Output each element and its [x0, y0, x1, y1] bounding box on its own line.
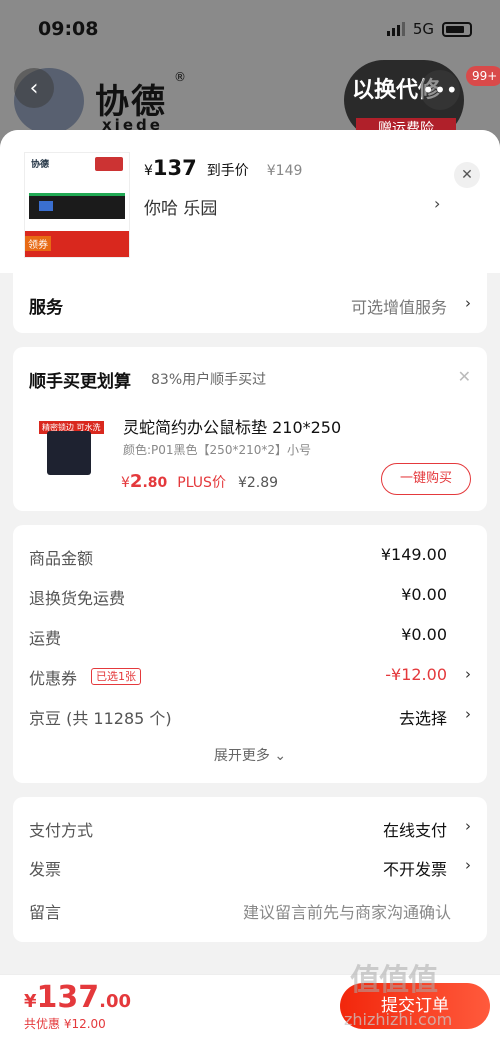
total-int: 137	[36, 980, 100, 1015]
more-button[interactable]: •••	[420, 70, 460, 110]
network-label: 5G	[412, 20, 434, 38]
price-currency: ¥	[144, 163, 153, 179]
close-button[interactable]: ✕	[454, 162, 480, 188]
battery-icon	[442, 21, 472, 37]
chevron-right-icon: ›	[465, 817, 471, 835]
chevron-right-icon: ›	[465, 705, 471, 723]
original-price: ¥149	[266, 163, 303, 179]
total-saving: 共优惠 ¥12.00	[24, 1017, 106, 1031]
cost-row-label: 京豆 (共 11285 个)	[29, 709, 172, 728]
status-bar: 09:08 5G	[0, 0, 500, 60]
expand-more-button[interactable]: 展开更多 ⌄	[13, 745, 487, 765]
order-total: ¥ 137 .00	[24, 980, 131, 1015]
watermark-url: zhizhizhi.com	[344, 1010, 453, 1029]
mousepad-price-dec: .80	[142, 475, 168, 491]
watermark-logo: 值值值	[350, 963, 438, 998]
chevron-right-icon: ›	[434, 194, 441, 213]
bundle-card: 顺手买更划算 83%用户顺手买过 ✕ 精密锁边 可水洗 灵蛇简约办公鼠标垫 21…	[13, 347, 487, 511]
status-time: 09:08	[38, 18, 99, 40]
payment-row-label: 支付方式	[29, 821, 94, 840]
close-icon[interactable]: ✕	[458, 367, 471, 386]
coupon-selected-tag: 已选1张	[91, 668, 141, 685]
thumb-coupon-tag: 领券	[25, 236, 51, 251]
signal-icon	[386, 22, 405, 36]
message-input[interactable]: 建议留言前先与商家沟通确认	[243, 899, 451, 923]
mousepad-name[interactable]: 灵蛇简约办公鼠标垫 210*250	[123, 414, 341, 438]
invoice-row[interactable]: 发票 不开发票 ›	[29, 856, 471, 880]
mousepad-price-currency: ¥	[121, 475, 130, 491]
plus-label: PLUS价	[177, 475, 226, 491]
chevron-right-icon: ›	[465, 294, 471, 312]
payment-card: 支付方式 在线支付 › 发票 不开发票 › 留言 建议留言前先与商家沟通确认	[13, 797, 487, 942]
service-row[interactable]: 服务 可选增值服务 ›	[13, 273, 487, 333]
cost-row-jingdou[interactable]: 京豆 (共 11285 个) 去选择 ›	[29, 705, 471, 729]
cost-row-return: 退换货免运费 ¥0.00	[29, 585, 471, 609]
cost-row-label: 运费	[29, 629, 62, 648]
cost-row-coupon[interactable]: 优惠券 已选1张 -¥12.00 ›	[29, 665, 471, 689]
thumb-badge-icon	[95, 157, 123, 171]
product-spec[interactable]: 你哈 乐园	[144, 194, 217, 219]
one-click-buy-button[interactable]: 一键购买	[381, 463, 471, 495]
bundle-title: 顺手买更划算	[29, 372, 131, 392]
cost-row-value: ¥0.00	[401, 585, 447, 604]
cost-row-value: ¥149.00	[380, 545, 447, 564]
coupon-discount: -¥12.00	[385, 665, 447, 684]
close-icon: ✕	[461, 167, 473, 183]
message-row[interactable]: 留言 建议留言前先与商家沟通确认	[29, 899, 471, 923]
cost-row-label: 退换货免运费	[29, 589, 126, 608]
chevron-right-icon: ›	[465, 856, 471, 874]
payment-method-value: 在线支付	[382, 821, 447, 840]
plus-price: ¥2.89	[237, 475, 279, 491]
cost-row-value: ¥0.00	[401, 625, 447, 644]
service-value: 可选增值服务	[350, 298, 447, 317]
more-dots-icon: •••	[422, 78, 458, 102]
mousepad-image	[47, 431, 91, 475]
mousepad-price-int: 2	[129, 471, 143, 492]
cart-count-badge: 99+	[466, 66, 500, 86]
mousepad-thumbnail[interactable]: 精密锁边 可水洗	[29, 407, 115, 493]
back-arrow-icon: ‹	[29, 75, 39, 101]
payment-method-row[interactable]: 支付方式 在线支付 ›	[29, 817, 471, 841]
payment-row-label: 留言	[29, 903, 62, 922]
chevron-right-icon: ›	[465, 665, 471, 683]
product-price: 137	[152, 156, 197, 180]
back-button[interactable]: ‹	[14, 68, 54, 108]
mousepad-spec: 颜色:P01黑色【250*210*2】小号	[123, 443, 311, 457]
cost-row-shipping: 运费 ¥0.00	[29, 625, 471, 649]
cost-row-label: 商品金额	[29, 549, 94, 568]
payment-row-label: 发票	[29, 860, 62, 879]
total-dec: .00	[99, 991, 132, 1012]
jingdou-select: 去选择	[398, 709, 447, 728]
product-thumbnail[interactable]: 协德 领券	[24, 152, 130, 258]
bundle-subtitle: 83%用户顺手买过	[151, 372, 267, 388]
invoice-value: 不开发票	[382, 860, 447, 879]
cost-card: 商品金额 ¥149.00 退换货免运费 ¥0.00 运费 ¥0.00 优惠券 已…	[13, 525, 487, 783]
total-currency: ¥	[24, 991, 37, 1012]
memory-module-image	[29, 193, 125, 219]
price-label: 到手价	[206, 163, 249, 179]
cost-row-goods: 商品金额 ¥149.00	[29, 545, 471, 569]
cost-row-label: 优惠券	[29, 669, 78, 688]
service-label: 服务	[29, 298, 63, 318]
brand-registered-mark: ®	[174, 70, 186, 84]
product-price-line: ¥ 137 到手价 ¥149	[144, 156, 302, 180]
mousepad-price: ¥ 2 .80 PLUS价 ¥2.89	[121, 471, 278, 492]
thumb-brand: 协德	[31, 160, 50, 170]
